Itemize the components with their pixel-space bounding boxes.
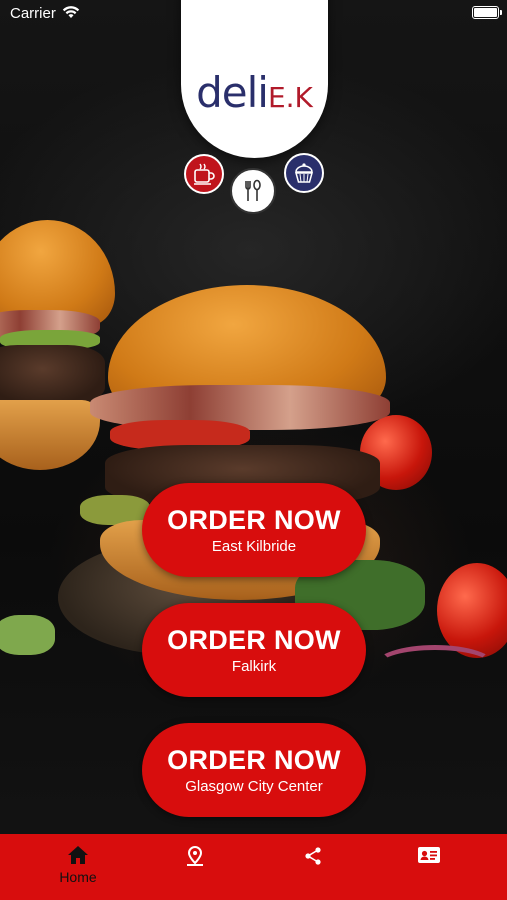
dessert-category-button[interactable] [284,153,324,193]
cupcake-icon [295,163,313,183]
order-button-title: ORDER NOW [167,625,341,655]
brand-logo: deliE.K [181,68,328,117]
location-pin-icon [187,845,203,866]
order-glasgow-city-center-button[interactable]: ORDER NOW Glasgow City Center [142,723,366,817]
tab-location[interactable] [162,834,228,900]
share-icon [305,847,321,865]
contact-card-icon [418,847,440,863]
onion-ring [375,645,495,685]
wifi-icon [62,5,80,24]
tab-share[interactable] [280,834,346,900]
tab-contact[interactable] [396,834,462,900]
order-button-location: Glasgow City Center [185,778,323,795]
order-button-location: Falkirk [231,658,277,675]
logo-text-main: deli [196,68,269,117]
tab-bar: Home [0,834,507,900]
restaurant-category-button[interactable] [230,168,276,214]
order-button-title: ORDER NOW [167,745,341,775]
order-falkirk-button[interactable]: ORDER NOW Falkirk [142,603,366,697]
carrier-label: Carrier [10,5,56,22]
app-screen: Carrier deliE.K ORDER NOW East Kilbride … [0,0,507,900]
tomato-right-bottom [437,563,507,658]
tab-home-label: Home [59,869,97,885]
order-button-title: ORDER NOW [167,505,341,535]
coffee-category-button[interactable] [184,154,224,194]
battery-icon [472,6,502,19]
tab-home[interactable]: Home [45,834,111,900]
home-icon [68,846,88,864]
logo-text-suffix: E.K [267,81,313,114]
logo-card: deliE.K [181,0,328,158]
coffee-cup-icon [194,163,215,185]
order-east-kilbride-button[interactable]: ORDER NOW East Kilbride [142,483,366,577]
order-button-location: East Kilbride [211,538,297,555]
fork-spoon-icon [245,179,261,201]
lettuce-leaf [0,615,55,655]
